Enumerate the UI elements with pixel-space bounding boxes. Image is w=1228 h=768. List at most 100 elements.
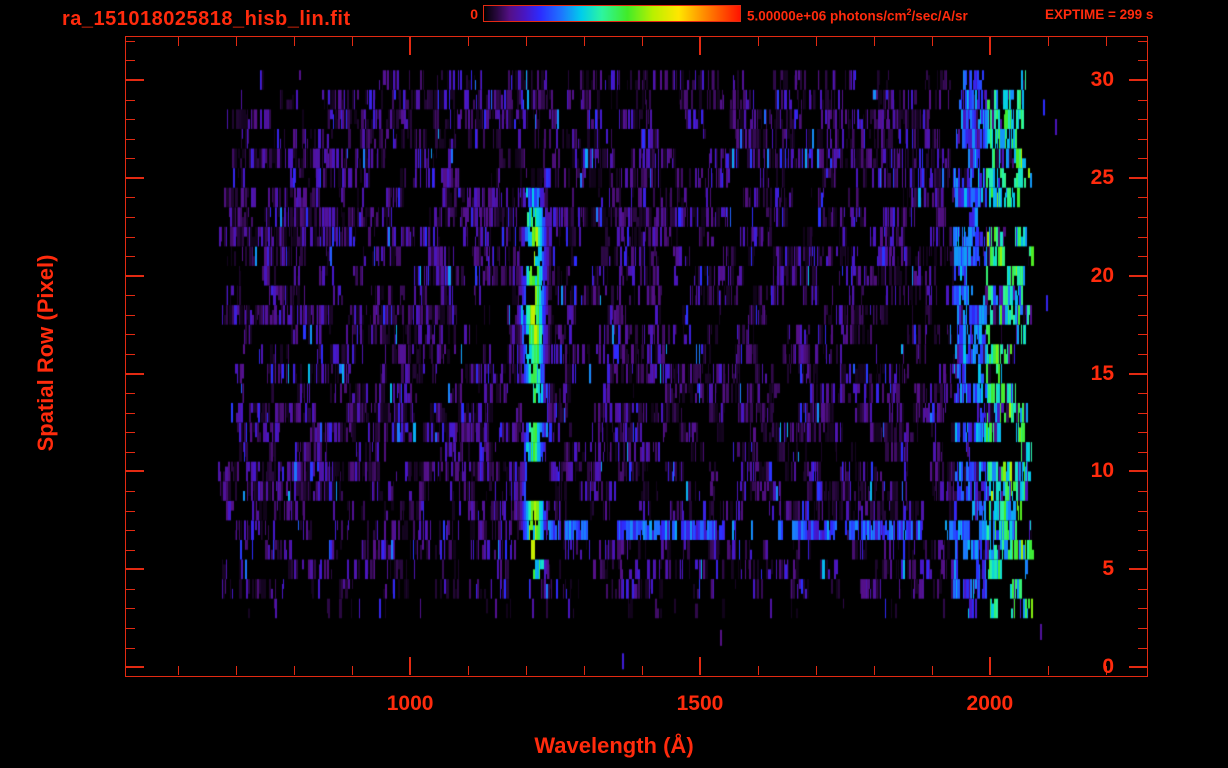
y-minor-tick: [126, 138, 135, 140]
x-major-tick: [698, 657, 701, 675]
y-minor-tick: [126, 451, 135, 453]
y-major-tick-right: [1129, 568, 1147, 571]
y-major-tick-right: [1129, 372, 1147, 375]
x-major-tick: [409, 657, 412, 675]
y-major-tick: [126, 666, 144, 669]
y-minor-tick-right: [1138, 119, 1147, 121]
y-minor-tick: [126, 588, 135, 590]
y-major-tick: [126, 470, 144, 473]
y-minor-tick: [126, 256, 135, 258]
x-minor-tick: [526, 666, 528, 675]
x-minor-tick-top: [1105, 37, 1107, 46]
exptime-label: EXPTIME = 299 s: [1045, 7, 1154, 22]
x-major-tick-top: [988, 37, 991, 55]
x-minor-tick: [815, 666, 817, 675]
x-minor-tick: [584, 666, 586, 675]
x-minor-tick-top: [352, 37, 354, 46]
colorbar-units: photons/cm: [826, 8, 907, 24]
x-minor-tick: [642, 666, 643, 675]
y-major-tick-right: [1129, 176, 1147, 179]
colorbar-min-label: 0: [470, 6, 478, 22]
x-minor-tick-top: [236, 37, 238, 46]
y-tick-label: 5: [1102, 557, 1114, 581]
x-tick-label: 1500: [676, 692, 724, 715]
x-minor-tick: [468, 666, 470, 675]
y-minor-tick-right: [1138, 393, 1147, 395]
y-minor-tick: [126, 217, 135, 219]
x-minor-tick: [931, 666, 933, 675]
y-minor-tick: [126, 510, 135, 512]
y-minor-tick: [126, 412, 135, 414]
y-tick-label: 20: [1090, 263, 1114, 287]
y-minor-tick-right: [1138, 451, 1147, 453]
y-minor-tick-right: [1138, 99, 1147, 101]
y-minor-tick: [126, 99, 135, 101]
y-minor-tick-right: [1138, 236, 1147, 238]
y-minor-tick: [126, 334, 135, 336]
y-minor-tick-right: [1138, 158, 1147, 160]
y-tick-label: 15: [1090, 361, 1114, 385]
x-minor-tick-top: [642, 37, 643, 46]
y-minor-tick-right: [1138, 60, 1147, 62]
y-minor-tick-right: [1138, 40, 1147, 42]
y-major-tick-right: [1129, 274, 1147, 277]
y-minor-tick-right: [1138, 608, 1147, 610]
y-minor-tick: [126, 158, 135, 160]
y-major-tick-right: [1129, 79, 1147, 82]
x-minor-tick-top: [931, 37, 933, 46]
y-tick-label: 25: [1090, 165, 1114, 189]
x-minor-tick-top: [178, 37, 180, 46]
y-minor-tick-right: [1138, 588, 1147, 590]
y-minor-tick: [126, 647, 135, 649]
colorbar-max-value: 5.00000e+06: [747, 8, 827, 24]
y-minor-tick-right: [1138, 197, 1147, 199]
x-minor-tick: [236, 666, 238, 675]
colorbar-gradient: [484, 6, 740, 21]
y-minor-tick-right: [1138, 334, 1147, 336]
y-minor-tick: [126, 295, 135, 297]
y-minor-tick: [126, 432, 135, 434]
y-minor-tick-right: [1138, 314, 1147, 316]
y-minor-tick: [126, 236, 135, 238]
y-minor-tick-right: [1138, 510, 1147, 512]
y-minor-tick: [126, 549, 135, 551]
spectrogram-window: ra_151018025818_hisb_lin.fit 0 5.00000e+…: [0, 0, 1228, 768]
x-minor-tick-top: [584, 37, 586, 46]
y-tick-label: 10: [1090, 459, 1114, 483]
y-major-tick: [126, 274, 144, 277]
page-title: ra_151018025818_hisb_lin.fit: [62, 8, 351, 30]
y-minor-tick-right: [1138, 530, 1147, 532]
y-tick-label: 30: [1090, 68, 1114, 92]
y-minor-tick: [126, 393, 135, 395]
x-minor-tick-top: [294, 37, 296, 46]
y-major-tick-right: [1129, 666, 1147, 669]
y-minor-tick-right: [1138, 256, 1147, 258]
y-minor-tick-right: [1138, 647, 1147, 649]
y-major-tick-right: [1129, 470, 1147, 473]
x-minor-tick: [873, 666, 875, 675]
x-minor-tick: [352, 666, 354, 675]
x-minor-tick: [178, 666, 180, 675]
y-minor-tick-right: [1138, 295, 1147, 297]
y-minor-tick-right: [1138, 432, 1147, 434]
y-minor-tick: [126, 314, 135, 316]
x-major-tick: [988, 657, 991, 675]
spectrum-heatmap: [126, 37, 1147, 675]
x-major-tick-top: [409, 37, 412, 55]
x-minor-tick-top: [1047, 37, 1049, 46]
y-minor-tick: [126, 608, 135, 610]
y-minor-tick: [126, 354, 135, 356]
y-minor-tick: [126, 628, 135, 630]
y-minor-tick: [126, 491, 135, 493]
x-axis-title: Wavelength (Å): [534, 733, 694, 758]
colorbar-units-suffix: /sec/A/sr: [911, 8, 968, 24]
y-minor-tick-right: [1138, 628, 1147, 630]
y-minor-tick: [126, 530, 135, 532]
y-minor-tick: [126, 60, 135, 62]
x-minor-tick-top: [526, 37, 528, 46]
y-minor-tick: [126, 40, 135, 42]
x-minor-tick: [1047, 666, 1049, 675]
y-minor-tick: [126, 119, 135, 121]
colorbar: [483, 5, 741, 22]
x-minor-tick: [757, 666, 759, 675]
